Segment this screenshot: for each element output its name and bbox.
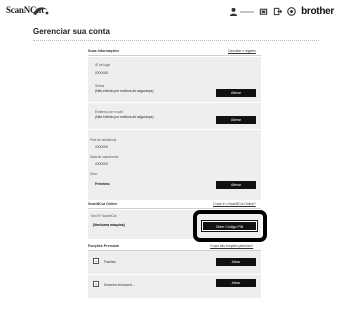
title-divider bbox=[33, 40, 319, 41]
page-title: Gerenciar sua conta bbox=[33, 27, 110, 36]
scancut-online-heading: ScanNCut Online bbox=[88, 202, 118, 206]
user-name[interactable]: xxxxxxx bbox=[240, 9, 254, 14]
email-label: Endereço de e-mail bbox=[95, 110, 123, 114]
premium-heading: Funções Premium bbox=[88, 244, 120, 248]
country-value: XXXXXX bbox=[95, 145, 109, 149]
login-id-label: ID de login bbox=[95, 63, 111, 67]
premium-item: + Padrões Ativar bbox=[88, 251, 261, 274]
scancut-online-rule bbox=[88, 208, 261, 209]
brother-logo[interactable]: brother bbox=[301, 6, 334, 17]
account-info-rule bbox=[88, 55, 261, 56]
premium-info-link[interactable]: O que são funções premium? bbox=[210, 244, 253, 248]
activate-design-button[interactable]: Ativar bbox=[216, 279, 256, 287]
premium-item-label: Padrões bbox=[104, 260, 116, 264]
birth-date-label: Data de nascimento bbox=[90, 155, 119, 159]
get-pin-code-button[interactable]: Obter Código PIN bbox=[201, 220, 258, 232]
scancut-online-info-link[interactable]: O que é o ScanNCut Online? bbox=[213, 202, 256, 206]
header-actions: xxxxxxx brother bbox=[229, 5, 334, 17]
change-password-button[interactable]: Alterar bbox=[216, 89, 256, 97]
sex-label: Sexo bbox=[90, 172, 98, 176]
machine-value: (Nenhuma máquina) bbox=[93, 223, 125, 227]
scanncut-logo[interactable]: ScanNCut bbox=[6, 4, 50, 20]
country-label: País de residência bbox=[90, 138, 117, 142]
birth-date-value: XXXXXX bbox=[95, 162, 109, 166]
panel-separator bbox=[88, 129, 261, 130]
logo-swirl-icon bbox=[33, 7, 49, 15]
sex-value: Feminino bbox=[95, 182, 110, 186]
user-icon[interactable] bbox=[229, 7, 238, 16]
help-icon[interactable] bbox=[287, 6, 296, 16]
cart-icon[interactable] bbox=[259, 7, 268, 16]
premium-item-label: Desenho enhanced ... bbox=[104, 283, 136, 287]
change-email-button[interactable]: Alterar bbox=[216, 116, 256, 124]
account-info-heading: Suas informações bbox=[88, 49, 119, 53]
change-profile-button[interactable]: Alterar bbox=[216, 181, 256, 189]
panel-separator bbox=[88, 102, 261, 103]
password-label: Senha bbox=[95, 84, 105, 88]
header-bar: ScanNCut xxxxxxx brother bbox=[0, 0, 340, 22]
premium-item: + Desenho enhanced ... Ativar bbox=[88, 275, 261, 298]
email-value: (Não exibido por motivos de segurança) bbox=[95, 115, 154, 119]
activate-patterns-button[interactable]: Ativar bbox=[216, 258, 256, 266]
design-icon: + bbox=[93, 281, 99, 287]
password-value: (Não exibido por motivos de segurança) bbox=[95, 89, 154, 93]
logout-icon[interactable] bbox=[273, 7, 283, 16]
login-id-value: XXXXXX bbox=[95, 71, 109, 75]
pattern-icon: + bbox=[93, 258, 99, 264]
machine-label: Seu Nº ScanNCut bbox=[91, 214, 117, 218]
cancel-registration-link[interactable]: Cancelar o registro bbox=[228, 49, 256, 53]
